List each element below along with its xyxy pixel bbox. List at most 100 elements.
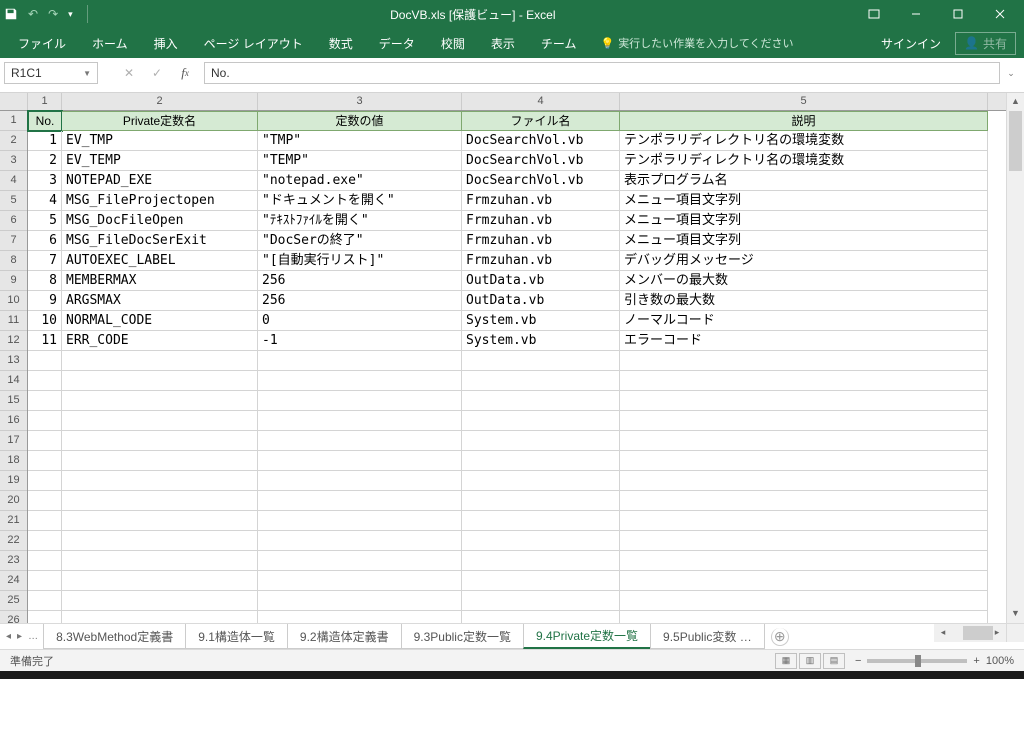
cell[interactable]: メンバーの最大数	[620, 271, 988, 291]
row-header[interactable]: 1	[0, 111, 27, 131]
row-header[interactable]: 25	[0, 591, 27, 611]
tab-view[interactable]: 表示	[481, 31, 525, 56]
cell[interactable]: 2	[28, 151, 62, 171]
cell[interactable]	[620, 391, 988, 411]
vertical-scrollbar[interactable]: ▲ ▼	[1006, 93, 1024, 623]
row-header[interactable]: 10	[0, 291, 27, 311]
cell[interactable]: メニュー項目文字列	[620, 191, 988, 211]
cell[interactable]	[62, 571, 258, 591]
cell[interactable]: DocSearchVol.vb	[462, 171, 620, 191]
cell[interactable]: No.	[28, 111, 62, 131]
cell[interactable]	[258, 391, 462, 411]
cell[interactable]: System.vb	[462, 331, 620, 351]
maximize-button[interactable]	[938, 0, 978, 28]
column-header[interactable]: 4	[462, 93, 620, 110]
cell[interactable]: Frmzuhan.vb	[462, 211, 620, 231]
cells-grid[interactable]: No.Private定数名定数の値ファイル名説明1EV_TMP"TMP"DocS…	[28, 111, 1006, 623]
cell[interactable]: 3	[28, 171, 62, 191]
signin-link[interactable]: サインイン	[881, 35, 941, 52]
cell[interactable]	[62, 411, 258, 431]
cell[interactable]	[62, 391, 258, 411]
cell[interactable]: 256	[258, 271, 462, 291]
cell[interactable]	[620, 371, 988, 391]
sheet-tab[interactable]: 9.3Public定数一覧	[401, 624, 524, 649]
row-header[interactable]: 20	[0, 491, 27, 511]
row-header[interactable]: 21	[0, 511, 27, 531]
name-box[interactable]: R1C1 ▼	[4, 62, 98, 84]
cell[interactable]: OutData.vb	[462, 271, 620, 291]
horizontal-scrollbar[interactable]	[952, 624, 988, 642]
cell[interactable]	[28, 451, 62, 471]
row-header[interactable]: 2	[0, 131, 27, 151]
cell[interactable]: 6	[28, 231, 62, 251]
cell[interactable]	[258, 611, 462, 623]
sheet-tab[interactable]: 9.1構造体一覧	[185, 624, 288, 649]
cell[interactable]: OutData.vb	[462, 291, 620, 311]
sheet-tab[interactable]: 8.3WebMethod定義書	[43, 624, 186, 649]
close-button[interactable]	[980, 0, 1020, 28]
row-header[interactable]: 5	[0, 191, 27, 211]
column-header[interactable]: 2	[62, 93, 258, 110]
cell[interactable]	[62, 531, 258, 551]
cell[interactable]	[62, 491, 258, 511]
cell[interactable]: デバッグ用メッセージ	[620, 251, 988, 271]
new-sheet-button[interactable]: ⊕	[771, 628, 789, 646]
column-header[interactable]: 1	[28, 93, 62, 110]
cell[interactable]: -1	[258, 331, 462, 351]
cell[interactable]	[462, 471, 620, 491]
cell[interactable]: ファイル名	[462, 111, 620, 131]
sheet-tab-nav[interactable]: ◂ ▸ …	[0, 624, 44, 649]
cell[interactable]	[462, 591, 620, 611]
column-header[interactable]: 5	[620, 93, 988, 110]
zoom-out-icon[interactable]: −	[855, 655, 861, 667]
view-normal-button[interactable]: ▦	[775, 653, 797, 669]
tab-file[interactable]: ファイル	[8, 31, 76, 56]
cell[interactable]	[620, 411, 988, 431]
row-header[interactable]: 18	[0, 451, 27, 471]
cell[interactable]	[258, 471, 462, 491]
cell[interactable]	[62, 451, 258, 471]
cell[interactable]: DocSearchVol.vb	[462, 151, 620, 171]
cell[interactable]: EV_TMP	[62, 131, 258, 151]
cell[interactable]: 5	[28, 211, 62, 231]
cell[interactable]	[620, 451, 988, 471]
vertical-scroll-thumb[interactable]	[1009, 111, 1022, 171]
cell[interactable]: DocSearchVol.vb	[462, 131, 620, 151]
scroll-down-icon[interactable]: ▼	[1007, 605, 1024, 623]
cell[interactable]	[462, 451, 620, 471]
tab-review[interactable]: 校閲	[431, 31, 475, 56]
scroll-up-icon[interactable]: ▲	[1007, 93, 1024, 111]
cell[interactable]	[620, 571, 988, 591]
cell[interactable]	[462, 531, 620, 551]
tab-nav-prev-icon[interactable]: ◂	[6, 631, 11, 642]
cell[interactable]: Frmzuhan.vb	[462, 191, 620, 211]
cell[interactable]	[462, 351, 620, 371]
cell[interactable]	[28, 431, 62, 451]
cell[interactable]	[620, 431, 988, 451]
cell[interactable]	[28, 391, 62, 411]
cell[interactable]	[62, 431, 258, 451]
cell[interactable]: "ﾃｷｽﾄﾌｧｲﾙを開く"	[258, 211, 462, 231]
cell[interactable]: 4	[28, 191, 62, 211]
cell[interactable]	[620, 531, 988, 551]
cell[interactable]	[620, 471, 988, 491]
minimize-button[interactable]	[896, 0, 936, 28]
cell[interactable]: 0	[258, 311, 462, 331]
row-header[interactable]: 3	[0, 151, 27, 171]
cell[interactable]: 引き数の最大数	[620, 291, 988, 311]
cell[interactable]	[462, 431, 620, 451]
cell[interactable]: EV_TEMP	[62, 151, 258, 171]
cell[interactable]	[620, 611, 988, 623]
cell[interactable]	[258, 551, 462, 571]
horizontal-scroll-thumb[interactable]	[963, 626, 993, 640]
cell[interactable]	[258, 511, 462, 531]
cell[interactable]: Private定数名	[62, 111, 258, 131]
cell[interactable]	[258, 531, 462, 551]
enter-formula-icon[interactable]: ✓	[144, 62, 170, 84]
cell[interactable]	[62, 511, 258, 531]
row-header[interactable]: 22	[0, 531, 27, 551]
cell[interactable]	[462, 391, 620, 411]
cell[interactable]	[620, 511, 988, 531]
cell[interactable]: MSG_FileDocSerExit	[62, 231, 258, 251]
cell[interactable]: 10	[28, 311, 62, 331]
